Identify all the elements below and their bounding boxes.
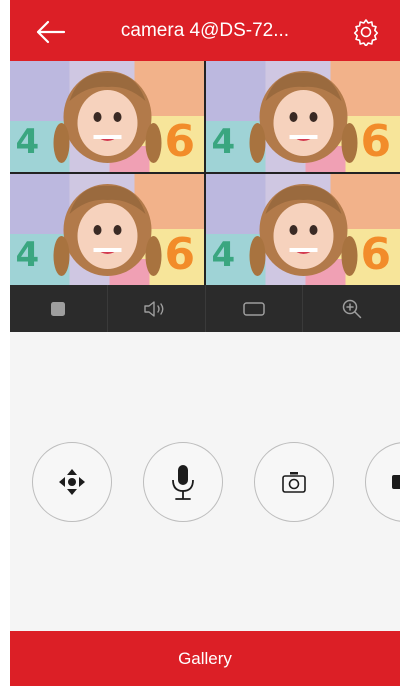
microphone-icon (172, 465, 194, 500)
speaker-icon (144, 300, 164, 317)
camera-feed-image (10, 61, 204, 172)
capture-button[interactable] (254, 442, 334, 522)
camera-tile[interactable] (10, 61, 204, 172)
aspect-ratio-button[interactable] (206, 285, 304, 332)
stop-icon (51, 301, 66, 316)
live-view-grid (10, 61, 400, 285)
sound-button[interactable] (108, 285, 206, 332)
camera-feed-image (10, 174, 204, 285)
top-bar: camera 4@DS-72... (10, 0, 400, 61)
record-button[interactable] (365, 442, 400, 522)
camera-tile[interactable] (10, 174, 204, 285)
stop-button[interactable] (10, 285, 108, 332)
camera-tile[interactable] (206, 174, 400, 285)
app-screen: camera 4@DS-72... Gallery (10, 0, 400, 686)
page-title: camera 4@DS-72... (120, 20, 290, 41)
gear-icon (353, 19, 379, 47)
zoom-in-icon (342, 299, 361, 318)
back-button[interactable] (36, 18, 66, 46)
camera-feed-image (206, 61, 400, 172)
arrow-left-icon (36, 20, 66, 44)
aspect-ratio-icon (243, 301, 265, 316)
ptz-direction-icon (59, 469, 85, 495)
camera-capture-icon (282, 472, 306, 493)
gallery-label: Gallery (178, 648, 232, 668)
talk-button[interactable] (143, 442, 223, 522)
camera-tile[interactable] (206, 61, 400, 172)
zoom-button[interactable] (303, 285, 400, 332)
control-panel (10, 332, 400, 631)
playback-toolbar (10, 285, 400, 332)
record-icon (392, 475, 400, 489)
gallery-button[interactable]: Gallery (10, 631, 400, 686)
camera-feed-image (206, 174, 400, 285)
settings-button[interactable] (352, 18, 380, 47)
ptz-button[interactable] (32, 442, 112, 522)
